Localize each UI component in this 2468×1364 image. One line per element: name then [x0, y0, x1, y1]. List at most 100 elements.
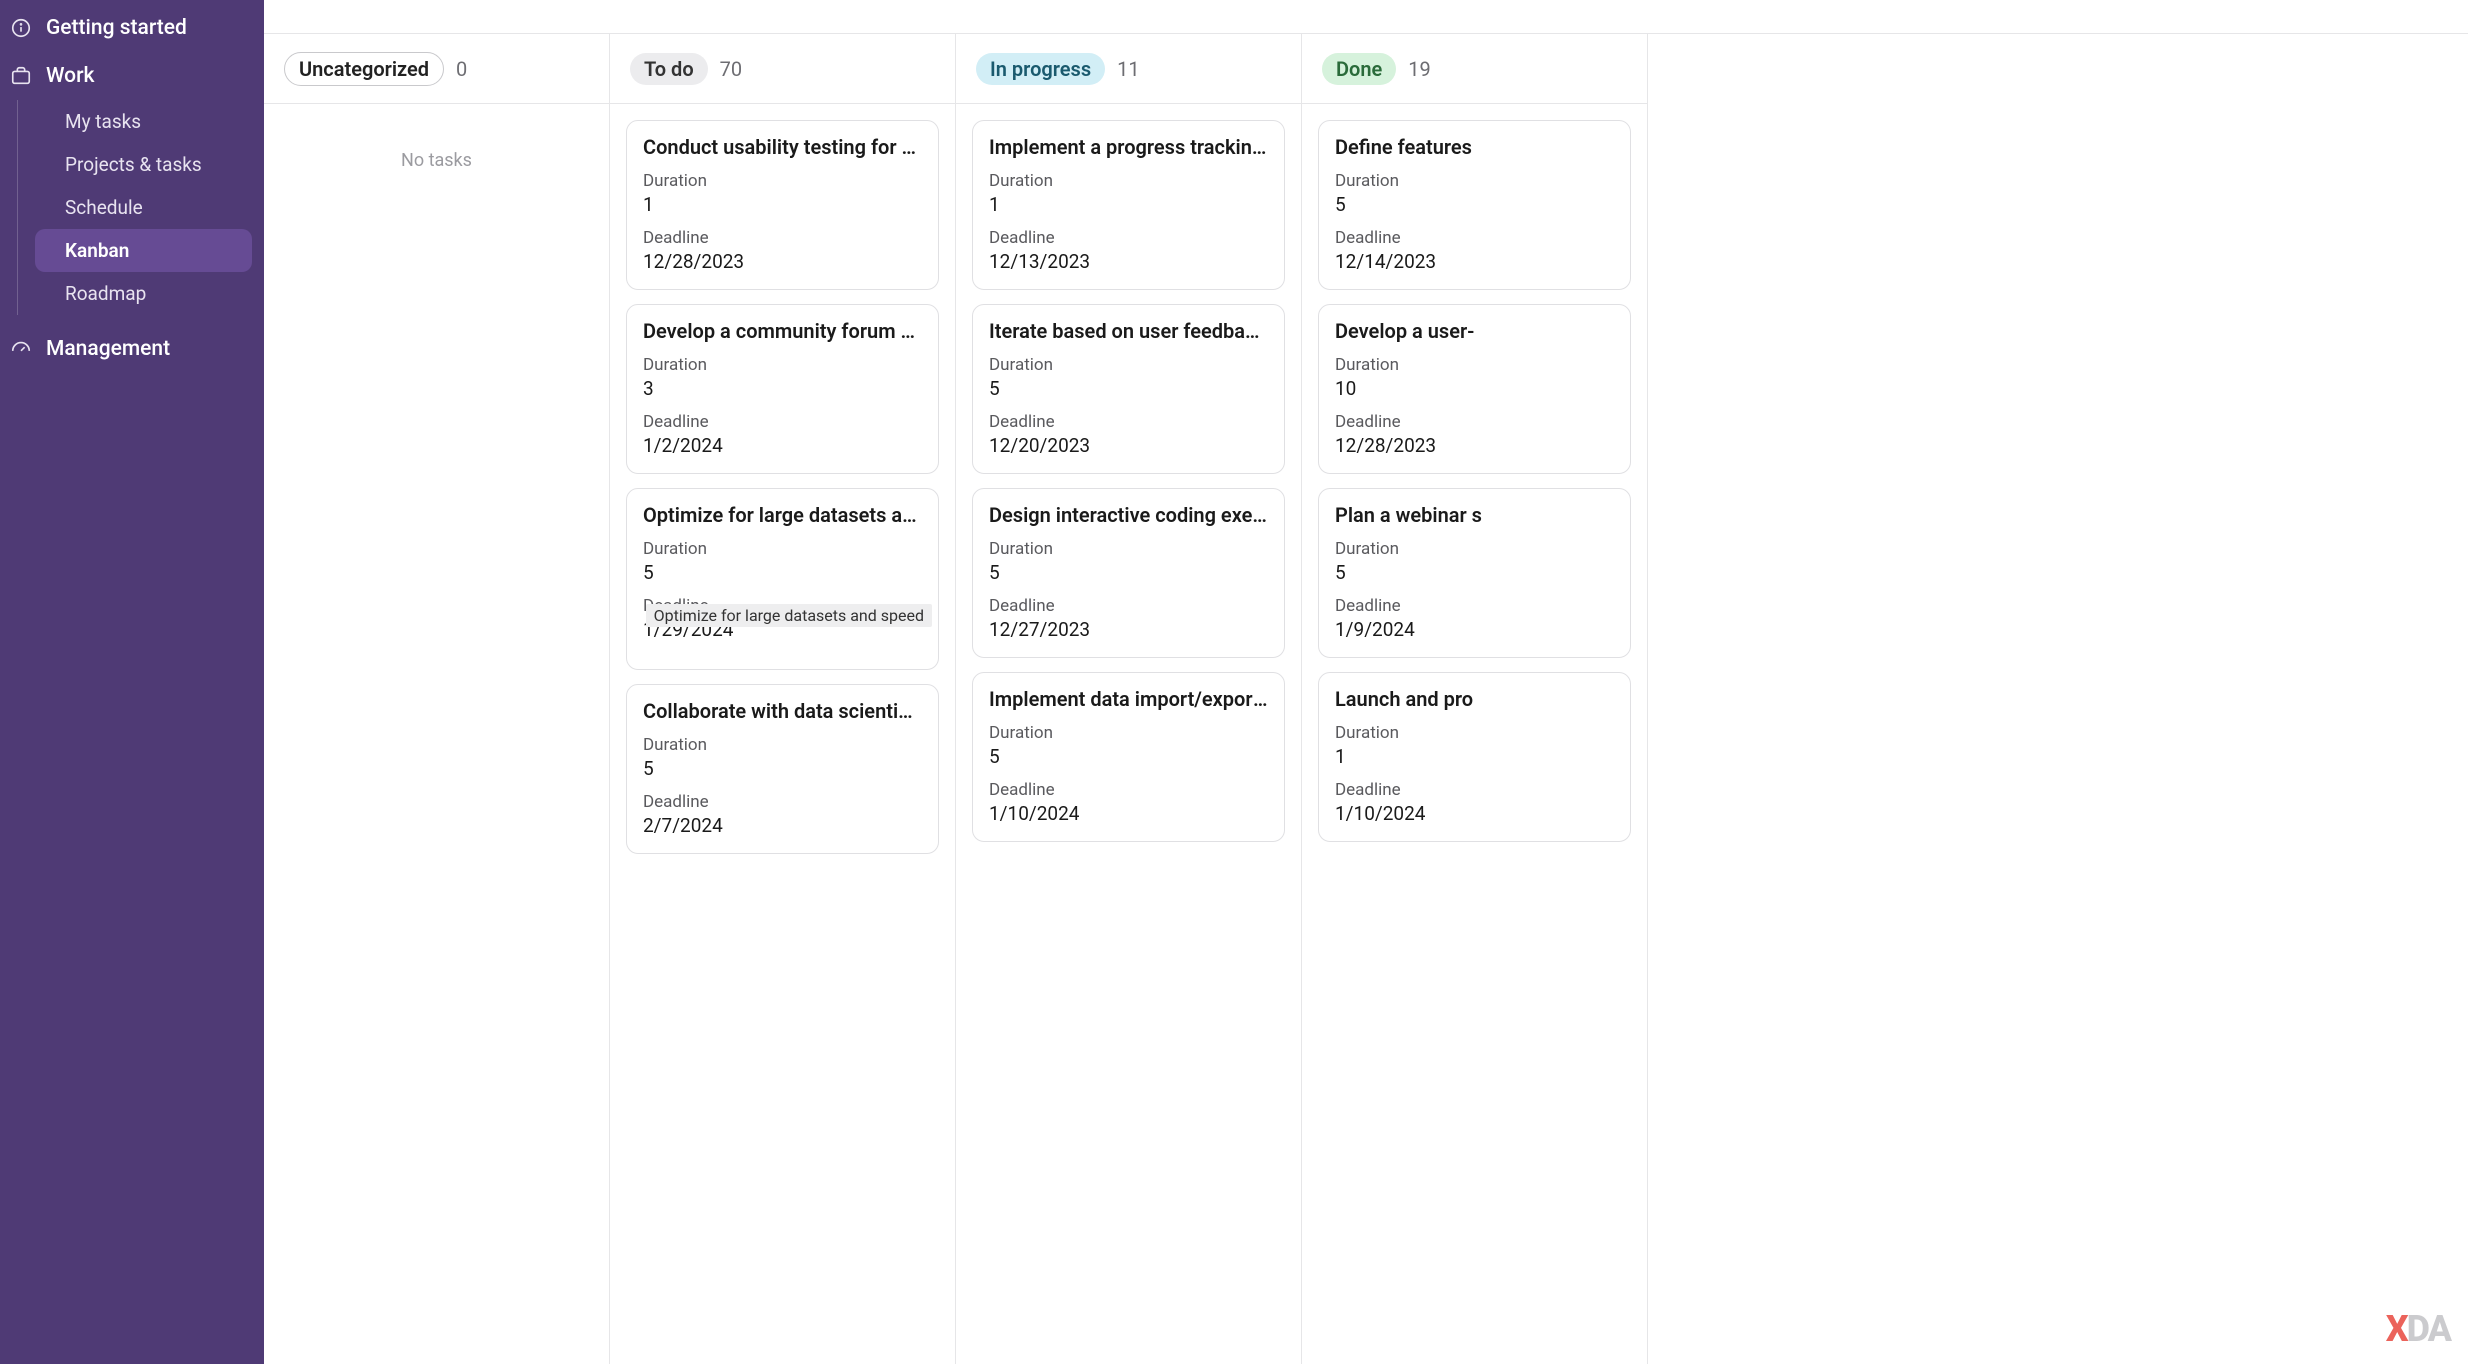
- card-title: Collaborate with data scientis...: [643, 699, 922, 723]
- sidebar-item-label: My tasks: [65, 110, 141, 133]
- column-body[interactable]: Conduct usability testing for c... Durati…: [610, 104, 955, 1364]
- column-header: In progress 11: [956, 34, 1301, 104]
- card-title: Conduct usability testing for c...: [643, 135, 922, 159]
- deadline-label: Deadline: [989, 228, 1268, 248]
- topbar: [264, 0, 2468, 34]
- kanban-column: To do70 Conduct usability testing for c..…: [610, 34, 956, 1364]
- sidebar-item-label: Management: [46, 337, 170, 361]
- column-status-pill[interactable]: In progress: [976, 53, 1105, 85]
- kanban-column: Done19Define featuresDuration5Deadline12…: [1302, 34, 1648, 1364]
- kanban-board: Uncategorized0 No tasks To do70 Conduct usa…: [264, 34, 2468, 1364]
- card-title: Optimize for large datasets an...: [643, 503, 922, 527]
- sidebar-item-roadmap[interactable]: Roadmap: [35, 272, 252, 315]
- card-title: Iterate based on user feedback.: [989, 319, 1268, 343]
- deadline-label: Deadline: [989, 412, 1268, 432]
- kanban-card[interactable]: Iterate based on user feedback.Duration5…: [972, 304, 1285, 474]
- deadline-value: 12/20/2023: [989, 434, 1268, 457]
- deadline-value: 1/10/2024: [989, 802, 1268, 825]
- column-header: Uncategorized0: [264, 34, 609, 104]
- deadline-label: Deadline: [643, 228, 922, 248]
- column-status-pill[interactable]: To do: [630, 53, 708, 85]
- kanban-card[interactable]: Conduct usability testing for c... Durati…: [626, 120, 939, 290]
- deadline-label: Deadline: [643, 792, 922, 812]
- sidebar-item-management[interactable]: Management: [0, 325, 264, 373]
- deadline-label: Deadline: [989, 780, 1268, 800]
- duration-label: Duration: [643, 539, 922, 559]
- tooltip: Optimize for large datasets and speed: [646, 604, 932, 627]
- deadline-value: 1/2/2024: [643, 434, 922, 457]
- sidebar-item-kanban[interactable]: Kanban: [35, 229, 252, 272]
- deadline-label: Deadline: [989, 596, 1268, 616]
- duration-value: 5: [643, 757, 922, 780]
- column-count: 11: [1117, 57, 1139, 81]
- empty-state: No tasks: [280, 120, 593, 171]
- column-header: Done 19: [1302, 34, 1647, 104]
- duration-label: Duration: [1335, 171, 1614, 191]
- deadline-value: 1/9/2024: [1335, 618, 1614, 641]
- kanban-card[interactable]: Optimize for large datasets an... Duratio…: [626, 488, 939, 670]
- duration-value: 5: [643, 561, 922, 584]
- duration-label: Duration: [1335, 723, 1614, 743]
- sidebar-work-subgroup: My tasks Projects & tasks Schedule Kanba…: [17, 100, 264, 315]
- sidebar-item-my-tasks[interactable]: My tasks: [35, 100, 252, 143]
- info-icon: [10, 17, 32, 39]
- deadline-value: 12/27/2023: [989, 618, 1268, 641]
- kanban-column: Uncategorized0 No tasks: [264, 34, 610, 1364]
- column-status-pill[interactable]: Done: [1322, 53, 1396, 85]
- deadline-label: Deadline: [1335, 780, 1614, 800]
- deadline-value: 12/28/2023: [643, 250, 922, 273]
- duration-label: Duration: [989, 171, 1268, 191]
- deadline-value: 12/13/2023: [989, 250, 1268, 273]
- duration-value: 10: [1335, 377, 1614, 400]
- kanban-card[interactable]: Implement data import/export...Duration5…: [972, 672, 1285, 842]
- card-title: Develop a community forum f...: [643, 319, 922, 343]
- kanban-card[interactable]: Design interactive coding exer...Duratio…: [972, 488, 1285, 658]
- sidebar-item-getting-started[interactable]: Getting started: [0, 4, 264, 52]
- kanban-card[interactable]: Develop a user-Duration10Deadline12/28/2…: [1318, 304, 1631, 474]
- sidebar-item-work[interactable]: Work: [0, 52, 264, 100]
- sidebar-item-label: Kanban: [65, 239, 129, 262]
- card-title: Design interactive coding exer...: [989, 503, 1268, 527]
- duration-label: Duration: [1335, 539, 1614, 559]
- card-title: Define features: [1335, 135, 1614, 159]
- deadline-label: Deadline: [1335, 412, 1614, 432]
- deadline-value: 12/14/2023: [1335, 250, 1614, 273]
- card-title: Launch and pro: [1335, 687, 1614, 711]
- kanban-card[interactable]: Launch and proDuration1Deadline1/10/2024: [1318, 672, 1631, 842]
- duration-value: 1: [643, 193, 922, 216]
- duration-label: Duration: [989, 723, 1268, 743]
- duration-label: Duration: [643, 735, 922, 755]
- duration-label: Duration: [643, 171, 922, 191]
- card-title: Develop a user-: [1335, 319, 1614, 343]
- card-title: Plan a webinar s: [1335, 503, 1614, 527]
- kanban-card[interactable]: Collaborate with data scientis... Duratio…: [626, 684, 939, 854]
- sidebar-item-label: Roadmap: [65, 282, 146, 305]
- kanban-card[interactable]: Develop a community forum f...Duration3D…: [626, 304, 939, 474]
- column-header: To do70: [610, 34, 955, 104]
- gauge-icon: [10, 338, 32, 360]
- sidebar-item-label: Getting started: [46, 16, 187, 40]
- kanban-card[interactable]: Define features Duration5 Deadline12/14/20…: [1318, 120, 1631, 290]
- sidebar-item-schedule[interactable]: Schedule: [35, 186, 252, 229]
- column-body[interactable]: Define featuresDuration5Deadline12/14/20…: [1302, 104, 1647, 1364]
- sidebar-item-label: Work: [46, 64, 94, 88]
- column-body[interactable]: Implement a progress trackin...Duration1…: [956, 104, 1301, 1364]
- kanban-card[interactable]: Implement a progress trackin...Duration1…: [972, 120, 1285, 290]
- duration-value: 5: [989, 377, 1268, 400]
- duration-value: 5: [1335, 193, 1614, 216]
- deadline-label: Deadline: [643, 412, 922, 432]
- deadline-label: Deadline: [1335, 596, 1614, 616]
- sidebar-item-projects-tasks[interactable]: Projects & tasks: [35, 143, 252, 186]
- column-count: 19: [1408, 57, 1430, 81]
- column-status-pill[interactable]: Uncategorized: [284, 52, 444, 86]
- briefcase-icon: [10, 65, 32, 87]
- duration-value: 1: [1335, 745, 1614, 768]
- duration-value: 5: [1335, 561, 1614, 584]
- duration-value: 1: [989, 193, 1268, 216]
- column-body[interactable]: No tasks: [264, 104, 609, 1364]
- sidebar-item-label: Projects & tasks: [65, 153, 202, 176]
- deadline-label: Deadline: [1335, 228, 1614, 248]
- kanban-column: In progress 11 Implement a progress tracki…: [956, 34, 1302, 1364]
- duration-label: Duration: [1335, 355, 1614, 375]
- kanban-card[interactable]: Plan a webinar s Duration5 Deadline1/9/202…: [1318, 488, 1631, 658]
